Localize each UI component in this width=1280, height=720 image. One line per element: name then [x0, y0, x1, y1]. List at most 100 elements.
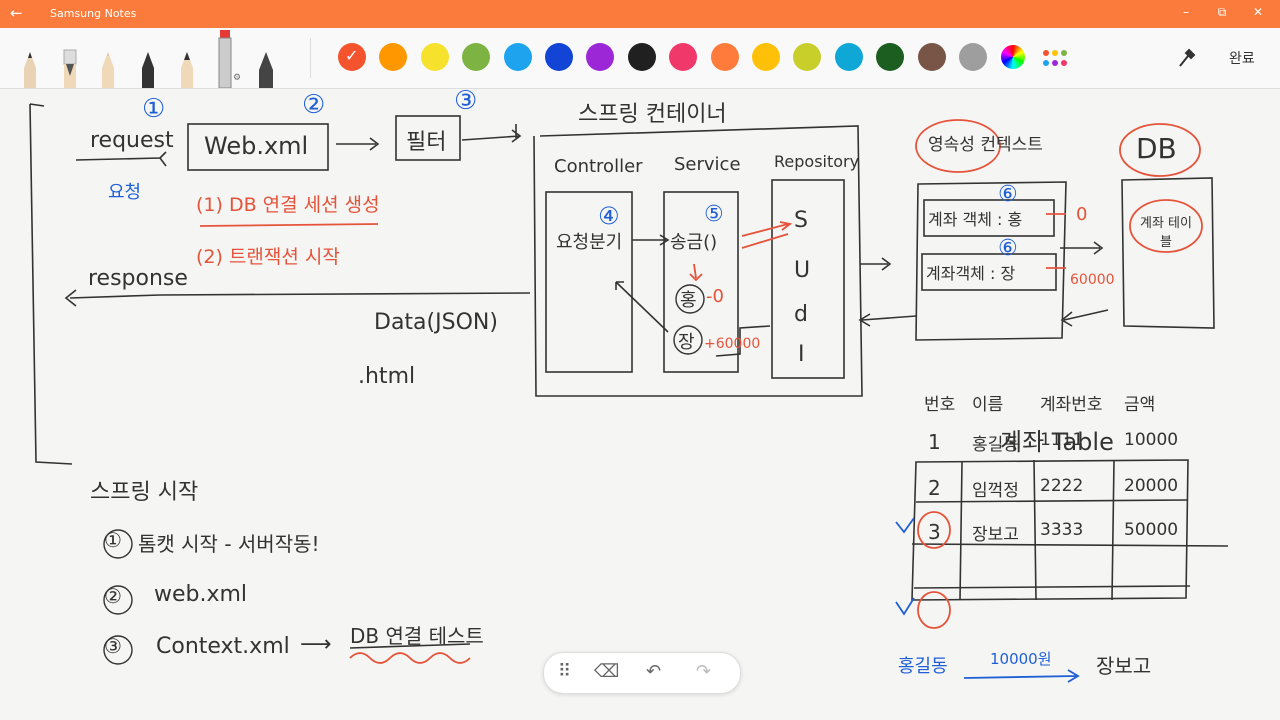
web-xml-label: Web.xml — [204, 132, 309, 160]
step-number-6b: ⑥ — [998, 236, 1018, 261]
filter-label: 필터 — [406, 130, 447, 155]
data-json-label: Data(JSON) — [374, 310, 498, 335]
table-cell: 임꺽정 — [972, 481, 1019, 501]
note-canvas[interactable]: ① ② ③ request 요청 Web.xml 필터 (1) DB 연결 세션… — [0, 86, 1280, 720]
account-object-jang-value: 60000 — [1070, 272, 1115, 288]
table-header-cell: 금액 — [1124, 395, 1156, 415]
brush-icon[interactable] — [177, 48, 197, 88]
transaction-start-note: (2) 트랜잭션 시작 — [196, 246, 340, 268]
pen-icon[interactable] — [20, 48, 40, 88]
db-connection-note: (1) DB 연결 세션 생성 — [196, 194, 380, 216]
crud-d: d — [794, 302, 808, 327]
table-cell: 2 — [928, 476, 941, 500]
table-header-cell: 이름 — [972, 395, 1004, 415]
service-jang-value: +60000 — [704, 336, 761, 352]
restore-button[interactable]: ⧉ — [1214, 5, 1230, 20]
color-swatch[interactable] — [627, 43, 656, 71]
pencil-icon[interactable] — [98, 48, 118, 88]
db-label: DB — [1136, 132, 1177, 165]
controller-label: Controller — [554, 156, 643, 177]
db-table-label: 계좌 테이블 — [1140, 216, 1192, 250]
service-hong-label: 홍 — [680, 290, 697, 311]
step-number-3: ③ — [454, 86, 478, 116]
color-swatch[interactable] — [379, 43, 408, 71]
color-swatch[interactable] — [338, 43, 366, 71]
back-button[interactable]: ← — [10, 4, 23, 22]
drag-handle-icon[interactable]: ⠿ — [558, 661, 571, 682]
crud-u: U — [794, 258, 811, 283]
color-swatch[interactable] — [959, 43, 987, 71]
step-number-4: ④ — [598, 202, 620, 230]
color-swatch[interactable] — [462, 43, 491, 71]
color-wheel-icon[interactable] — [999, 43, 1027, 71]
transfer-method-label: 송금() — [670, 232, 718, 253]
highlighter-icon[interactable]: ⚙ — [216, 30, 240, 88]
service-label: Service — [674, 154, 741, 175]
toolbar-divider — [310, 38, 311, 78]
service-hong-value: -0 — [706, 286, 724, 307]
color-swatch[interactable] — [876, 43, 905, 71]
table-header-cell: 계좌번호 — [1040, 395, 1103, 415]
step3-number: ③ — [104, 634, 122, 658]
done-button[interactable]: 완료 — [1229, 48, 1255, 68]
color-swatch[interactable] — [586, 43, 615, 71]
table-cell: 3333 — [1040, 520, 1084, 540]
undo-icon[interactable]: ↶ — [646, 661, 661, 682]
table-cell: 50000 — [1124, 520, 1179, 540]
request-sub-label: 요청 — [108, 182, 142, 203]
color-swatch[interactable] — [793, 43, 822, 71]
table-cell: 1 — [928, 430, 941, 454]
step-number-5: ⑤ — [704, 202, 724, 227]
pen-toolbar: ⚙ 완료 — [0, 28, 1280, 89]
step3-arrow: ⟶ — [300, 632, 332, 657]
step2-number: ② — [104, 584, 122, 608]
color-swatch[interactable] — [420, 43, 449, 71]
color-swatch[interactable] — [752, 43, 780, 71]
spring-start-title: 스프링 시작 — [90, 480, 199, 505]
table-cell: 홍길동 — [972, 435, 1019, 455]
table-cell: 2222 — [1040, 476, 1084, 496]
step-number-6a: ⑥ — [998, 182, 1018, 207]
step-number-1: ① — [142, 94, 166, 124]
step1-number: ① — [104, 528, 122, 552]
title-bar: ← Samsung Notes – ⧉ ✕ — [0, 0, 1280, 28]
step1-label: 톰캣 시작 - 서버작동! — [138, 532, 320, 556]
transfer-from-label: 홍길동 — [898, 656, 948, 677]
color-swatch[interactable] — [545, 43, 573, 71]
response-label: response — [88, 266, 188, 291]
crud-i: I — [798, 342, 805, 367]
account-object-hong: 계좌 객체 : 홍 — [928, 210, 1023, 229]
step2-label: web.xml — [154, 582, 248, 607]
redo-icon[interactable]: ↷ — [696, 661, 711, 682]
crud-s: S — [794, 208, 808, 233]
repository-label: Repository — [774, 152, 860, 171]
table-cell: 20000 — [1124, 476, 1179, 496]
close-button[interactable]: ✕ — [1250, 5, 1266, 19]
floating-edit-bar: ⠿ ⌫ ↶ ↷ — [543, 652, 741, 694]
color-swatch[interactable] — [834, 43, 863, 71]
color-swatch[interactable] — [669, 43, 698, 71]
html-label: .html — [358, 364, 416, 389]
eyedropper-icon[interactable] — [1176, 46, 1196, 68]
transfer-to-label: 장보고 — [1096, 654, 1152, 678]
table-cell: 3 — [928, 520, 941, 544]
calligraphy-pen-icon[interactable] — [255, 48, 277, 88]
step-number-2: ② — [302, 90, 326, 120]
eraser-icon[interactable]: ⌫ — [594, 661, 619, 682]
color-swatch[interactable] — [503, 43, 532, 71]
minimize-button[interactable]: – — [1178, 5, 1194, 19]
spring-container-title: 스프링 컨테이너 — [578, 102, 727, 127]
app-title: Samsung Notes — [50, 7, 137, 20]
persistence-context-title: 영속성 컨텍스트 — [928, 135, 1043, 155]
table-cell: 1111 — [1040, 430, 1084, 450]
marker-icon[interactable] — [138, 48, 158, 88]
account-object-jang: 계좌객체 : 장 — [926, 264, 1016, 283]
color-swatch[interactable] — [917, 43, 946, 71]
request-label: request — [90, 128, 174, 153]
db-connection-test-label: DB 연결 테스트 — [350, 624, 484, 648]
transfer-amount-label: 10000원 — [990, 650, 1052, 668]
table-cell: 10000 — [1124, 430, 1179, 450]
fountain-pen-icon[interactable] — [60, 48, 80, 88]
more-colors-icon[interactable] — [1042, 47, 1068, 69]
color-swatch[interactable] — [710, 43, 739, 71]
